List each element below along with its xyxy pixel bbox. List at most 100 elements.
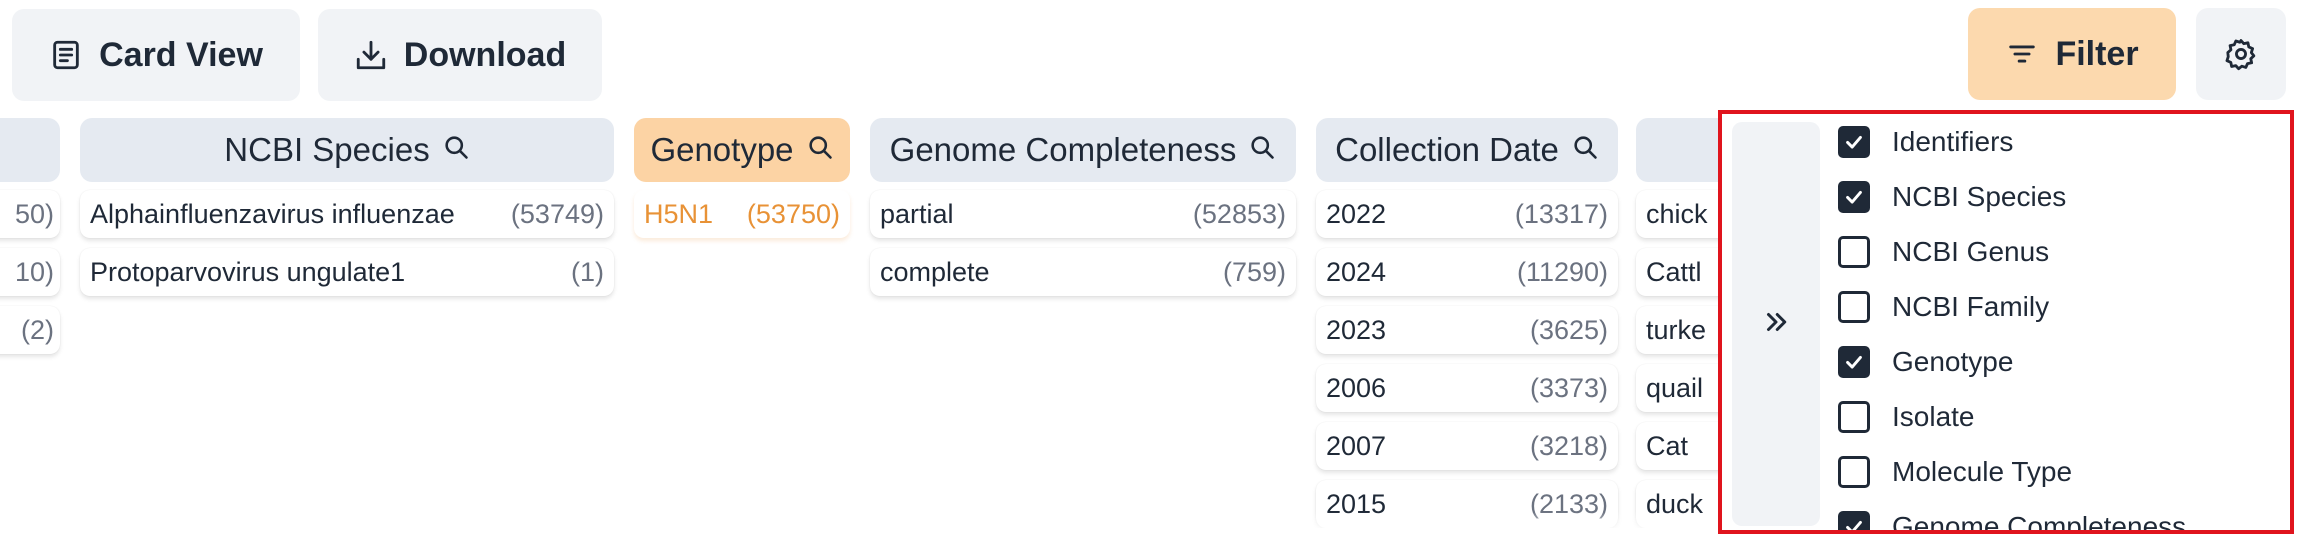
facet-value: quail xyxy=(1646,372,1704,403)
search-icon[interactable] xyxy=(442,131,470,169)
column-toggle-ncbi-family[interactable]: NCBI Family xyxy=(1838,287,2049,327)
facet-column-clipped-right: chick Cattl turke quail Cat duck xyxy=(1636,118,1718,528)
checkbox[interactable] xyxy=(1838,346,1870,378)
facet-table: 50) 10) (2) NCBI Species Alphainfluenzav… xyxy=(0,110,1718,528)
facet-count: (11290) xyxy=(1516,256,1608,287)
facet-column-ncbi-species: NCBI Species Alphainfluenzavirus influen… xyxy=(80,118,614,306)
column-toggle-ncbi-species[interactable]: NCBI Species xyxy=(1838,177,2066,217)
facet-count: (759) xyxy=(1222,256,1286,287)
settings-button[interactable] xyxy=(2196,8,2286,100)
facet-count: (53749) xyxy=(510,198,604,229)
column-header-ncbi-species[interactable]: NCBI Species xyxy=(80,118,614,182)
facet-value: Protoparvovirus ungulate1 xyxy=(90,256,406,287)
facet-row-selected[interactable]: H5N1 (53750) xyxy=(634,190,850,238)
facet-count: (3625) xyxy=(1529,314,1608,345)
column-toggle-identifiers[interactable]: Identifiers xyxy=(1838,122,2013,162)
facet-value: complete xyxy=(880,256,990,287)
download-icon xyxy=(354,38,388,72)
facet-row[interactable]: chick xyxy=(1636,190,1718,238)
facet-value: H5N1 xyxy=(644,198,714,229)
facet-value: turke xyxy=(1646,314,1707,345)
column-header-collection-date[interactable]: Collection Date xyxy=(1316,118,1618,182)
filter-button[interactable]: Filter xyxy=(1968,8,2176,100)
facet-count: (13317) xyxy=(1514,198,1608,229)
facet-row[interactable]: Alphainfluenzavirus influenzae (53749) xyxy=(80,190,614,238)
column-title: Genotype xyxy=(650,131,794,168)
facet-row[interactable]: turke xyxy=(1636,306,1718,354)
facet-value: 2007 xyxy=(1326,430,1387,461)
checkbox[interactable] xyxy=(1838,236,1870,268)
facet-row[interactable]: 2022 (13317) xyxy=(1316,190,1618,238)
column-toggle-label: Isolate xyxy=(1892,401,1975,432)
checkbox[interactable] xyxy=(1838,126,1870,158)
column-title: Collection Date xyxy=(1335,131,1559,168)
facet-value: 2024 xyxy=(1326,256,1387,287)
column-title: Genome Completeness xyxy=(889,131,1237,168)
column-toggle-isolate[interactable]: Isolate xyxy=(1838,397,1975,437)
column-toggle-label: NCBI Family xyxy=(1892,291,2050,322)
facet-column-genotype: Genotype H5N1 (53750) xyxy=(634,118,850,248)
filter-icon xyxy=(2005,37,2039,71)
column-header-genotype[interactable]: Genotype xyxy=(634,118,850,182)
facet-value: 2006 xyxy=(1326,372,1387,403)
search-icon[interactable] xyxy=(806,131,834,169)
column-toggle-label: Identifiers xyxy=(1892,126,2014,157)
facet-value: Alphainfluenzavirus influenzae xyxy=(90,198,455,229)
facet-count: (1) xyxy=(571,256,604,287)
facet-row[interactable]: 2024 (11290) xyxy=(1316,248,1618,296)
facet-count: (3373) xyxy=(1529,372,1608,403)
checkbox[interactable] xyxy=(1838,456,1870,488)
facet-column-collection-date: Collection Date 2022 (13317) 2024 (11290… xyxy=(1316,118,1618,528)
column-toggle-label: NCBI Species xyxy=(1892,181,2067,212)
column-toggle-label: Genome Completeness xyxy=(1892,511,2187,534)
facet-row[interactable]: 2006 (3373) xyxy=(1316,364,1618,412)
download-label: Download xyxy=(403,35,567,74)
facet-row[interactable]: 10) xyxy=(0,248,60,296)
card-view-button[interactable]: Card View xyxy=(12,9,300,101)
column-header-genome-completeness[interactable]: Genome Completeness xyxy=(870,118,1296,182)
search-icon[interactable] xyxy=(1248,131,1276,169)
facet-row[interactable]: partial (52853) xyxy=(870,190,1296,238)
scroll-fade xyxy=(0,512,1720,532)
facet-count: (53750) xyxy=(746,198,840,229)
download-button[interactable]: Download xyxy=(318,9,602,101)
column-header[interactable] xyxy=(1636,118,1718,182)
column-header[interactable] xyxy=(0,118,60,182)
card-view-label: Card View xyxy=(99,35,263,74)
checkbox[interactable] xyxy=(1838,181,1870,213)
facet-row[interactable]: complete (759) xyxy=(870,248,1296,296)
column-toggle-genotype[interactable]: Genotype xyxy=(1838,342,2013,382)
facet-row[interactable]: Protoparvovirus ungulate1 (1) xyxy=(80,248,614,296)
facet-row[interactable]: 2007 (3218) xyxy=(1316,422,1618,470)
column-visibility-panel: Identifiers NCBI Species NCBI Genus NCBI… xyxy=(1718,110,2294,534)
column-toggle-label: Molecule Type xyxy=(1892,456,2073,487)
facet-row[interactable]: (2) xyxy=(0,306,60,354)
facet-row[interactable]: 2023 (3625) xyxy=(1316,306,1618,354)
checkbox[interactable] xyxy=(1838,291,1870,323)
column-toggle-molecule-type[interactable]: Molecule Type xyxy=(1838,452,2072,492)
facet-row[interactable]: Cattl xyxy=(1636,248,1718,296)
facet-row[interactable]: Cat xyxy=(1636,422,1718,470)
column-toggle-genome-completeness[interactable]: Genome Completeness xyxy=(1838,507,2187,534)
collapse-panel-button[interactable] xyxy=(1732,122,1820,526)
facet-value: 2023 xyxy=(1326,314,1387,345)
column-toggle-label: NCBI Genus xyxy=(1892,236,2050,267)
facet-value: Cattl xyxy=(1646,256,1702,287)
facet-count: (3218) xyxy=(1529,430,1608,461)
card-view-icon xyxy=(49,38,83,72)
double-chevron-right-icon xyxy=(1761,307,1791,342)
facet-value: chick xyxy=(1646,198,1708,229)
facet-row[interactable]: 50) xyxy=(0,190,60,238)
facet-count: (52853) xyxy=(1192,198,1286,229)
facet-row[interactable]: quail xyxy=(1636,364,1718,412)
column-toggle-label: Genotype xyxy=(1892,346,2014,377)
checkbox[interactable] xyxy=(1838,401,1870,433)
facet-column-clipped-left: 50) 10) (2) xyxy=(0,118,60,364)
facet-column-genome-completeness: Genome Completeness partial (52853) comp… xyxy=(870,118,1296,306)
checkbox[interactable] xyxy=(1838,511,1870,530)
column-toggle-ncbi-genus[interactable]: NCBI Genus xyxy=(1838,232,2049,272)
facet-value: 2022 xyxy=(1326,198,1387,229)
facet-value: Cat xyxy=(1646,430,1689,461)
search-icon[interactable] xyxy=(1571,131,1599,169)
gear-icon xyxy=(2224,37,2258,71)
